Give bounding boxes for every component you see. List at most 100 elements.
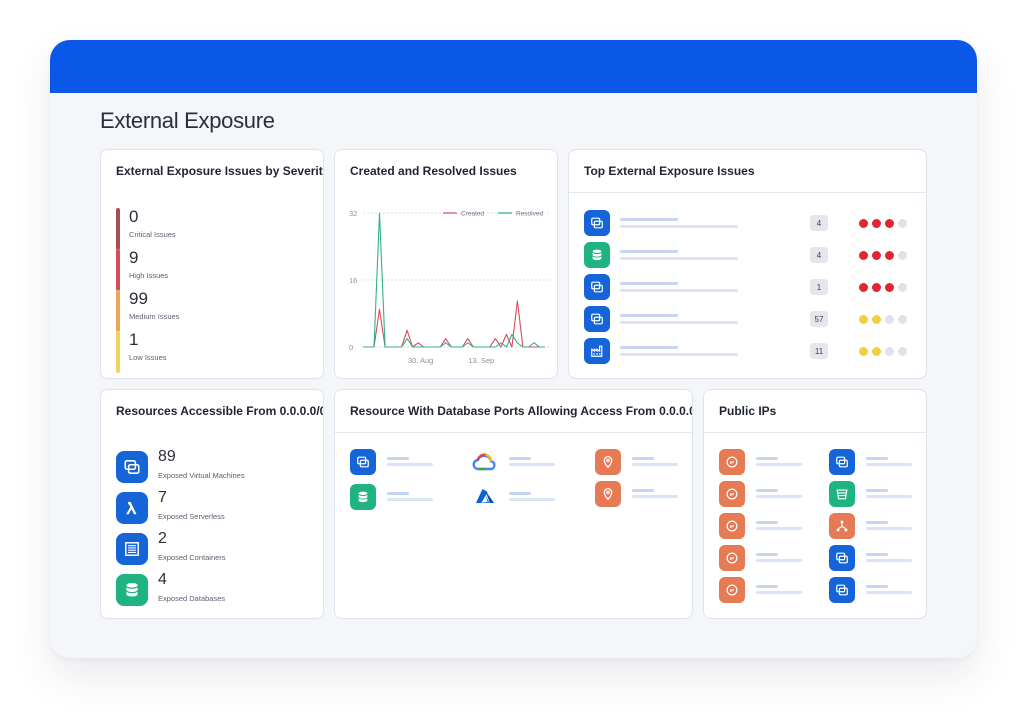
database-icon [350, 484, 376, 510]
ip-icon: IP [719, 513, 745, 539]
y-tick-label: 0 [349, 343, 353, 352]
database-icon [584, 242, 610, 268]
severity-dot [872, 282, 881, 292]
severity-dot [859, 218, 868, 228]
severity-dot [859, 250, 868, 260]
severity-label: Low Issues [129, 353, 167, 362]
top-bar [50, 40, 977, 93]
severity-dot [859, 346, 868, 356]
placeholder-line [756, 521, 778, 524]
placeholder-line [509, 492, 531, 495]
severity-color-bar [116, 249, 120, 291]
severity-dot [885, 218, 894, 228]
placeholder-line [756, 527, 802, 530]
network-icon [829, 513, 855, 539]
resource-count: 89 [158, 448, 176, 465]
divider [335, 432, 692, 433]
severity-dot [898, 218, 907, 228]
bucket-icon [829, 481, 855, 507]
issue-count-badge: 1 [810, 279, 828, 295]
severity-count: 9 [129, 248, 139, 267]
resource-count: 7 [158, 489, 167, 506]
location-pin-icon [595, 449, 621, 475]
placeholder-line [620, 314, 678, 317]
placeholder-line [387, 492, 409, 495]
ip-icon: IP [719, 481, 745, 507]
page-title: External Exposure [100, 108, 275, 133]
series-line-resolved [363, 212, 545, 348]
resource-label: Exposed Virtual Machines [158, 471, 245, 480]
location-pin-icon [595, 481, 621, 507]
severity-card-title: External Exposure Issues by Severity [116, 164, 324, 178]
severity-dot [859, 314, 868, 324]
placeholder-line [866, 521, 888, 524]
severity-dot [898, 250, 907, 260]
placeholder-line [756, 463, 802, 466]
y-tick-label: 16 [349, 276, 357, 285]
placeholder-line [620, 289, 738, 292]
placeholder-line [509, 498, 555, 501]
placeholder-line [756, 591, 802, 594]
ip-icon: IP [719, 545, 745, 571]
placeholder-line [387, 463, 433, 466]
placeholder-line [632, 489, 654, 492]
severity-dot [898, 282, 907, 292]
severity-color-bar [116, 208, 120, 250]
public-ips-card[interactable]: Public IPs IP IP IP IP IP [703, 389, 927, 619]
svg-text:IP: IP [730, 556, 734, 561]
severity-dot [885, 282, 894, 292]
placeholder-line [620, 321, 738, 324]
severity-dot [898, 346, 907, 356]
container-icon [116, 533, 148, 565]
ip-icon: IP [719, 449, 745, 475]
google-cloud-icon [472, 449, 498, 475]
placeholder-line [866, 495, 912, 498]
placeholder-line [387, 498, 433, 501]
placeholder-line [620, 353, 738, 356]
placeholder-line [756, 585, 778, 588]
placeholder-line [632, 495, 678, 498]
virtual-machine-icon [584, 274, 610, 300]
placeholder-line [866, 591, 912, 594]
placeholder-line [632, 463, 678, 466]
issue-count-badge: 4 [810, 215, 828, 231]
series-line-created [363, 300, 545, 348]
severity-dot [885, 346, 894, 356]
severity-label: High Issues [129, 271, 169, 280]
svg-text:IP: IP [730, 588, 734, 593]
issues-line-chart: 0 16 32 30. Aug 13. Sep Created Resolved [349, 209, 549, 365]
resource-label: Exposed Databases [158, 594, 226, 603]
legend-label: Resolved [516, 211, 543, 218]
virtual-machine-icon [584, 306, 610, 332]
x-tick-label: 13. Sep [468, 356, 494, 365]
x-tick-label: 30. Aug [408, 356, 433, 365]
placeholder-line [756, 553, 778, 556]
created-resolved-card[interactable]: Created and Resolved Issues 0 16 32 30. Aug… [334, 149, 558, 379]
severity-color-bar [116, 331, 120, 373]
severity-dot [885, 250, 894, 260]
severity-color-bar [116, 290, 120, 332]
severity-label: Critical Issues [129, 230, 176, 239]
top-issues-card[interactable]: Top External Exposure Issues 4 4 1 57 11 [568, 149, 927, 379]
virtual-machine-icon [829, 449, 855, 475]
svg-text:IP: IP [730, 460, 734, 465]
db-ports-card[interactable]: Resource With Database Ports Allowing Ac… [334, 389, 693, 619]
placeholder-line [866, 527, 912, 530]
placeholder-line [756, 495, 802, 498]
placeholder-line [387, 457, 409, 460]
severity-count: 0 [129, 207, 139, 226]
ip-icon: IP [719, 577, 745, 603]
severity-count: 1 [129, 330, 139, 349]
placeholder-line [756, 489, 778, 492]
severity-card[interactable]: External Exposure Issues by Severity 0 C… [100, 149, 324, 379]
resources-card[interactable]: Resources Accessible From 0.0.0.0/0 89 E… [100, 389, 324, 619]
virtual-machine-icon [829, 577, 855, 603]
severity-dot [872, 314, 881, 324]
placeholder-line [756, 457, 778, 460]
placeholder-line [866, 553, 888, 556]
placeholder-line [866, 457, 888, 460]
database-icon [116, 574, 148, 606]
divider [569, 192, 926, 193]
db-ports-title: Resource With Database Ports Allowing Ac… [350, 404, 693, 418]
severity-dot [872, 250, 881, 260]
